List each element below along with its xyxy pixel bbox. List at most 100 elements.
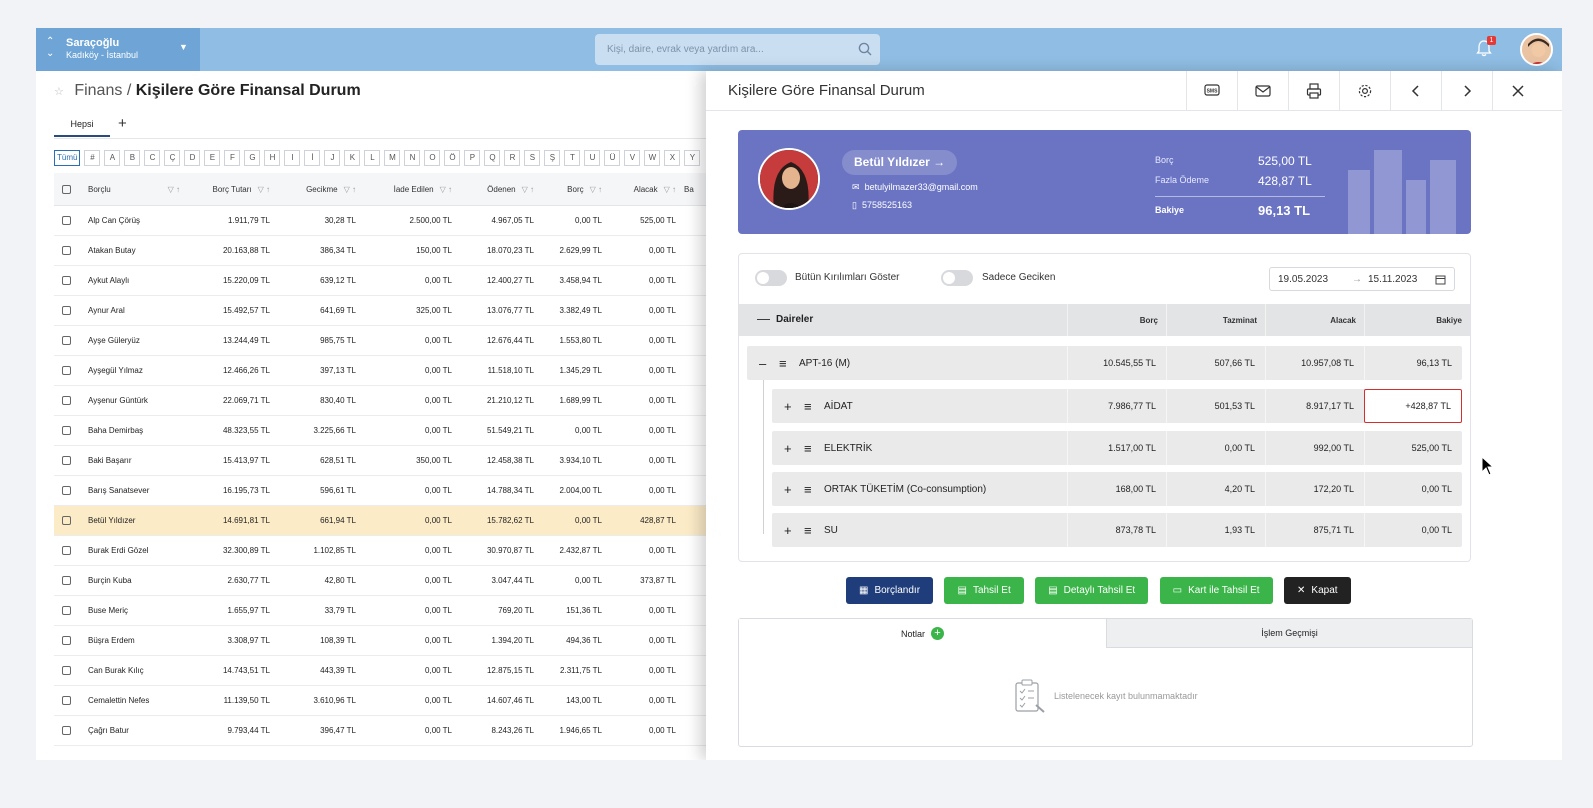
column-header[interactable]: Borç Tutarı ▽ ↑ xyxy=(188,173,271,205)
letter-filter[interactable]: Ş xyxy=(544,150,561,166)
letter-filter[interactable]: S xyxy=(524,150,541,166)
table-row[interactable]: Buse Meriç 1.655,97 TL 33,79 TL 0,00 TL 769,… xyxy=(54,596,714,626)
column-header[interactable]: Alacak ▽ ↑ xyxy=(606,173,676,205)
debtor-name[interactable]: Çağrı Batur xyxy=(82,716,184,745)
letter-filter[interactable]: L xyxy=(364,150,381,166)
breadcrumb-section[interactable]: Finans xyxy=(74,82,122,99)
letter-filter[interactable]: O xyxy=(424,150,441,166)
row-checkbox[interactable] xyxy=(62,206,71,235)
print-button[interactable] xyxy=(1288,71,1339,110)
row-checkbox[interactable] xyxy=(62,296,71,325)
letter-filter[interactable]: # xyxy=(84,150,101,166)
table-row[interactable]: Baha Demirbaş 48.323,55 TL 3.225,66 TL 0,00… xyxy=(54,416,714,446)
row-checkbox[interactable] xyxy=(62,416,71,445)
user-avatar[interactable] xyxy=(1520,33,1553,66)
sort-filter-icon[interactable]: ▽ ↑ xyxy=(168,185,180,194)
only-late-toggle[interactable] xyxy=(941,270,973,286)
debtor-name[interactable]: Büşra Erdem xyxy=(82,626,184,655)
row-checkbox[interactable] xyxy=(62,566,71,595)
close-panel-button[interactable] xyxy=(1492,71,1542,110)
table-row[interactable]: Burak Erdi Gözel 32.300,89 TL 1.102,85 TL 0… xyxy=(54,536,714,566)
letter-filter[interactable]: Ö xyxy=(444,150,461,166)
debtor-name[interactable]: Aynur Aral xyxy=(82,296,184,325)
row-checkbox[interactable] xyxy=(62,716,71,745)
row-checkbox[interactable] xyxy=(62,476,71,505)
borclandir-button[interactable]: ▦ Borçlandır xyxy=(846,577,934,604)
letter-filter[interactable]: T xyxy=(564,150,581,166)
table-row[interactable]: Büşra Erdem 3.308,97 TL 108,39 TL 0,00 TL 1.… xyxy=(54,626,714,656)
tab-hepsi[interactable]: Hepsi xyxy=(54,119,110,137)
row-elektrik[interactable]: + ≡ ELEKTRİK 1.517,00 TL 0,00 TL 992,00 TL 525… xyxy=(772,431,1462,465)
debtor-name[interactable]: Barış Sanatsever xyxy=(82,476,184,505)
row-checkbox[interactable] xyxy=(62,236,71,265)
table-row[interactable]: Alp Can Çörüş 1.911,79 TL 30,28 TL 2.500,00… xyxy=(54,206,714,236)
column-header[interactable]: Gecikme ▽ ↑ xyxy=(274,173,356,205)
letter-filter[interactable]: H xyxy=(264,150,281,166)
row-checkbox[interactable] xyxy=(62,446,71,475)
debtor-name[interactable]: Aykut Alaylı xyxy=(82,266,184,295)
collapse-all-icon[interactable]: — xyxy=(757,311,770,326)
pin-icon[interactable]: ☆ xyxy=(54,86,64,98)
select-all-checkbox[interactable] xyxy=(62,173,71,205)
debtor-name[interactable]: Ayşe Güleryüz xyxy=(82,326,184,355)
letter-filter[interactable]: K xyxy=(344,150,361,166)
row-checkbox[interactable] xyxy=(62,626,71,655)
debtor-name[interactable]: Burçin Kuba xyxy=(82,566,184,595)
letter-filter[interactable]: C xyxy=(144,150,161,166)
table-row[interactable]: Can Burak Kılıç 14.743,51 TL 443,39 TL 0,00… xyxy=(54,656,714,686)
row-checkbox[interactable] xyxy=(62,596,71,625)
sort-filter-icon[interactable]: ▽ ↑ xyxy=(258,185,270,194)
column-header[interactable]: Borç ▽ ↑ xyxy=(534,173,602,205)
letter-filter[interactable]: Ç xyxy=(164,150,181,166)
debtor-name[interactable]: Burak Erdi Gözel xyxy=(82,536,184,565)
row-checkbox[interactable] xyxy=(62,266,71,295)
next-button[interactable] xyxy=(1441,71,1492,110)
sort-filter-icon[interactable]: ▽ ↑ xyxy=(590,185,602,194)
debtor-name[interactable]: Baha Demirbaş xyxy=(82,416,184,445)
letter-filter[interactable]: D xyxy=(184,150,201,166)
row-checkbox[interactable] xyxy=(62,656,71,685)
sms-button[interactable]: SMS xyxy=(1186,71,1237,110)
table-row[interactable]: Baki Başarır 15.413,97 TL 628,51 TL 350,00 … xyxy=(54,446,714,476)
letter-filter[interactable]: Y xyxy=(684,150,701,166)
letter-filter[interactable]: U xyxy=(584,150,601,166)
row-checkbox[interactable] xyxy=(62,356,71,385)
tab-islem-gecmisi[interactable]: İşlem Geçmişi xyxy=(1106,619,1472,648)
table-row[interactable]: Ayşe Güleryüz 13.244,49 TL 985,75 TL 0,00 T… xyxy=(54,326,714,356)
row-aidat[interactable]: + ≡ AİDAT 7.986,77 TL 501,53 TL 8.917,17 TL +4… xyxy=(772,389,1462,423)
letter-filter[interactable]: W xyxy=(644,150,661,166)
previous-button[interactable] xyxy=(1390,71,1441,110)
expand-icon[interactable]: + xyxy=(784,389,792,423)
table-row[interactable]: Barış Sanatsever 16.195,73 TL 596,61 TL 0,0… xyxy=(54,476,714,506)
table-row[interactable]: Aykut Alaylı 15.220,09 TL 639,12 TL 0,00 TL… xyxy=(54,266,714,296)
letter-filter[interactable]: Tümü xyxy=(54,150,81,166)
column-header[interactable]: Ödenen ▽ ↑ xyxy=(452,173,534,205)
letter-filter[interactable]: B xyxy=(124,150,141,166)
kapat-button[interactable]: ✕ Kapat xyxy=(1284,577,1351,604)
add-tab-button[interactable]: + xyxy=(118,115,127,132)
letter-filter[interactable]: E xyxy=(204,150,221,166)
table-row[interactable]: Atakan Butay 20.163,88 TL 386,34 TL 150,00 … xyxy=(54,236,714,266)
row-ortak-tuketim[interactable]: + ≡ ORTAK TÜKETİM (Co-consumption) 168,00 T… xyxy=(772,472,1462,506)
letter-filter[interactable]: M xyxy=(384,150,401,166)
column-header[interactable]: Borçlu ▽ ↑ xyxy=(82,173,184,205)
collapse-icon[interactable]: – xyxy=(759,346,766,380)
letter-filter[interactable]: J xyxy=(324,150,341,166)
kart-ile-tahsil-et-button[interactable]: ▭ Kart ile Tahsil Et xyxy=(1159,577,1273,604)
tab-notlar[interactable]: Notlar + xyxy=(739,619,1106,648)
table-row[interactable]: Ayşegül Yılmaz 12.466,26 TL 397,13 TL 0,00 … xyxy=(54,356,714,386)
debtor-name[interactable]: Ayşegül Yılmaz xyxy=(82,356,184,385)
table-row[interactable]: Burçin Kuba 2.630,77 TL 42,80 TL 0,00 TL 3.0… xyxy=(54,566,714,596)
search-input[interactable]: Kişi, daire, evrak veya yardım ara... xyxy=(607,44,764,55)
debtor-name[interactable]: Betül Yıldızer xyxy=(82,506,184,535)
expand-icon[interactable]: + xyxy=(784,513,792,547)
row-apt-16[interactable]: – ≡ APT-16 (M) 10.545,55 TL 507,66 TL 10.957,… xyxy=(747,346,1462,380)
date-range-picker[interactable]: 19.05.2023 → 15.11.2023 xyxy=(1269,267,1455,291)
expand-icon[interactable]: + xyxy=(784,431,792,465)
global-search[interactable]: Kişi, daire, evrak veya yardım ara... xyxy=(595,34,880,65)
debtor-name[interactable]: Can Burak Kılıç xyxy=(82,656,184,685)
letter-filter[interactable]: Q xyxy=(484,150,501,166)
all-breakdowns-toggle[interactable] xyxy=(755,270,787,286)
letter-filter[interactable]: İ xyxy=(304,150,321,166)
debtor-name[interactable]: Baki Başarır xyxy=(82,446,184,475)
